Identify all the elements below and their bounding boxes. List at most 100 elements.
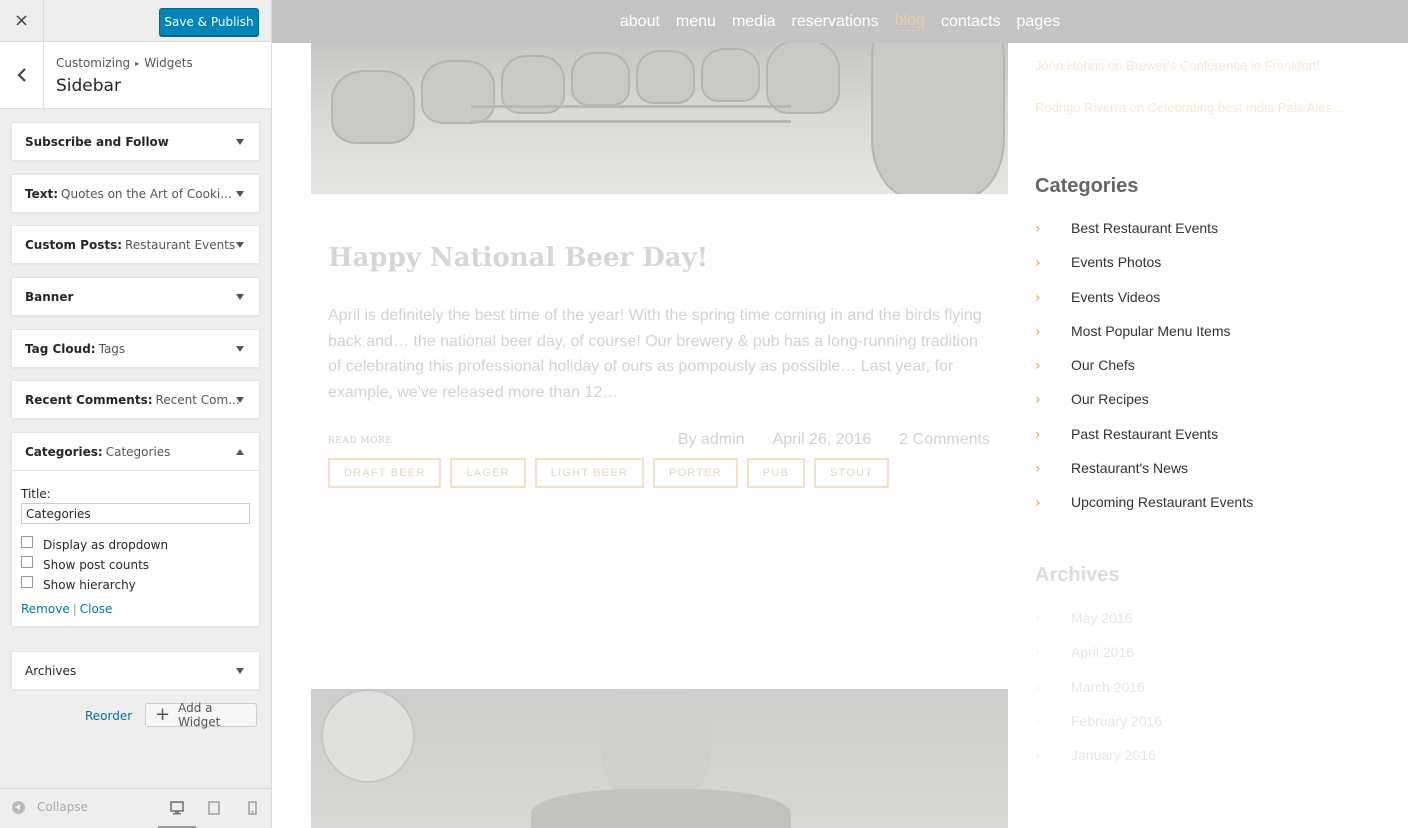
widget-header[interactable]: Categories: Categories xyxy=(12,433,259,470)
widget-form: Title: Categories Display as dropdown Sh… xyxy=(12,470,259,626)
chevron-right-icon: › xyxy=(1035,255,1041,272)
breadcrumb-separator: ▸ xyxy=(135,59,140,68)
chevron-right-icon: › xyxy=(1035,495,1041,512)
category-label: Events Videos xyxy=(1071,288,1161,305)
read-more-link[interactable]: READ MORE xyxy=(328,436,392,446)
close-icon: × xyxy=(13,10,30,31)
widget-header[interactable]: Archives xyxy=(12,652,259,689)
option-hierarchy[interactable]: Show hierarchy xyxy=(21,576,250,592)
category-label: Most Popular Menu Items xyxy=(1071,322,1231,339)
archive-label: February 2016 xyxy=(1071,712,1163,729)
tag-draft-beer[interactable]: DRAFT BEER xyxy=(328,458,442,488)
nav-contacts[interactable]: contacts xyxy=(941,13,1001,31)
tablet-preview-icon[interactable] xyxy=(208,801,220,815)
checkbox[interactable] xyxy=(21,556,33,568)
title-label: Title: xyxy=(21,487,51,501)
option-label: Show hierarchy xyxy=(43,578,136,592)
widget-header[interactable]: Custom Posts: Restaurant Events xyxy=(12,226,259,263)
collapse-button[interactable]: Collapse xyxy=(12,800,88,814)
title-input[interactable]: Categories xyxy=(21,503,250,524)
option-post-counts[interactable]: Show post counts xyxy=(21,556,250,572)
widget-title: Recent Comments: xyxy=(25,392,153,407)
save-publish-button[interactable]: Save & Publish xyxy=(159,8,259,36)
category-item[interactable]: › Our Recipes xyxy=(1035,391,1253,425)
archive-item[interactable]: › March 2016 xyxy=(1035,679,1162,713)
remove-link[interactable]: Remove xyxy=(21,602,70,616)
widget-title: Text: xyxy=(25,186,59,201)
widget-subscribe-follow: Subscribe and Follow xyxy=(11,122,260,161)
customizer-panel: × Save & Publish Customizing ▸ Widgets Sid… xyxy=(0,0,272,828)
nav-about[interactable]: about xyxy=(620,13,660,31)
widget-subtitle: Recent Com... xyxy=(155,392,240,407)
close-customizer-button[interactable]: × xyxy=(0,0,44,41)
category-item[interactable]: › Past Restaurant Events xyxy=(1035,426,1253,460)
post-tags: DRAFT BEER LAGER LIGHT BEER PORTER PUB S… xyxy=(328,458,890,488)
widget-recent-comments: Recent Comments: Recent Com... xyxy=(11,380,260,419)
widget-title: Subscribe and Follow xyxy=(25,134,169,149)
option-dropdown[interactable]: Display as dropdown xyxy=(21,536,250,552)
tag-light-beer[interactable]: LIGHT BEER xyxy=(534,458,644,488)
widget-header[interactable]: Tag Cloud: Tags xyxy=(12,330,259,367)
chevron-right-icon: › xyxy=(1035,392,1041,409)
archive-item[interactable]: › January 2016 xyxy=(1035,747,1162,781)
section-title-bar: Customizing ▸ Widgets Sidebar xyxy=(0,42,271,109)
chevron-down-icon xyxy=(236,668,244,674)
widget-header[interactable]: Recent Comments: Recent Com... xyxy=(12,381,259,418)
category-item[interactable]: › Restaurant's News xyxy=(1035,460,1253,494)
recent-comment-item[interactable]: Rodrigo Riverra on Celebrating best Indi… xyxy=(1035,100,1343,115)
chevron-right-icon: › xyxy=(1035,461,1041,478)
tag-lager[interactable]: LAGER xyxy=(450,458,526,488)
archive-item[interactable]: › February 2016 xyxy=(1035,713,1162,747)
checkbox[interactable] xyxy=(21,576,33,588)
site-preview: about menu media reservations blog conta… xyxy=(272,0,1408,828)
category-label: Best Restaurant Events xyxy=(1071,220,1219,236)
category-label: Upcoming Restaurant Events xyxy=(1071,494,1254,511)
widget-header[interactable]: Subscribe and Follow xyxy=(12,123,259,160)
nav-pages[interactable]: pages xyxy=(1017,13,1061,31)
widget-actions: Remove | Close xyxy=(21,602,250,616)
archive-item[interactable]: › May 2016 xyxy=(1035,610,1162,644)
archive-item[interactable]: › April 2016 xyxy=(1035,644,1162,678)
chevron-down-icon xyxy=(236,397,244,403)
categories-heading: Categories xyxy=(1035,175,1139,197)
widget-subtitle: Categories xyxy=(105,444,171,459)
post-author[interactable]: By admin xyxy=(678,431,745,449)
widget-custom-posts: Custom Posts: Restaurant Events xyxy=(11,225,260,264)
category-item[interactable]: › Events Photos xyxy=(1035,254,1253,288)
post-title[interactable]: Happy National Beer Day! xyxy=(328,243,708,273)
category-label: Our Chefs xyxy=(1071,357,1135,374)
category-item[interactable]: › Best Restaurant Events xyxy=(1035,220,1253,254)
close-link[interactable]: Close xyxy=(80,602,113,616)
mobile-preview-icon[interactable] xyxy=(248,801,257,815)
chevron-right-icon: › xyxy=(1035,679,1041,696)
chevron-right-icon: › xyxy=(1035,221,1041,237)
add-widget-button[interactable]: + Add a Widget xyxy=(145,701,257,729)
plus-icon: + xyxy=(155,704,171,725)
recent-comment-item[interactable]: John Hohns on Brewer's Conference in Fra… xyxy=(1035,58,1343,73)
nav-media[interactable]: media xyxy=(732,13,776,31)
category-item[interactable]: › Upcoming Restaurant Events xyxy=(1035,494,1253,528)
widget-tag-cloud: Tag Cloud: Tags xyxy=(11,329,260,368)
widget-header[interactable]: Banner xyxy=(12,278,259,315)
desktop-preview-icon[interactable] xyxy=(170,801,184,815)
tag-stout[interactable]: STOUT xyxy=(814,458,890,488)
post-comments[interactable]: 2 Comments xyxy=(899,431,990,449)
nav-reservations[interactable]: reservations xyxy=(792,13,879,31)
category-item[interactable]: › Events Videos xyxy=(1035,289,1253,323)
category-item[interactable]: › Most Popular Menu Items xyxy=(1035,323,1253,357)
widget-title: Tag Cloud: xyxy=(25,341,96,356)
tag-porter[interactable]: PORTER xyxy=(653,458,738,488)
reorder-link[interactable]: Reorder xyxy=(85,709,132,723)
categories-list: › Best Restaurant Events › Events Photos ›… xyxy=(1035,220,1253,529)
widget-banner: Banner xyxy=(11,277,260,316)
main-navigation: about menu media reservations blog conta… xyxy=(272,0,1408,43)
nav-menu[interactable]: menu xyxy=(676,13,716,31)
back-button[interactable] xyxy=(0,42,44,108)
tag-pub[interactable]: PUB xyxy=(746,458,806,488)
checkbox[interactable] xyxy=(21,536,33,548)
widget-header[interactable]: Text: Quotes on the Art of Cooki... xyxy=(12,175,259,212)
category-item[interactable]: › Our Chefs xyxy=(1035,357,1253,391)
nav-blog[interactable]: blog xyxy=(894,12,925,31)
chevron-down-icon xyxy=(236,139,244,145)
archive-label: January 2016 xyxy=(1071,747,1156,764)
